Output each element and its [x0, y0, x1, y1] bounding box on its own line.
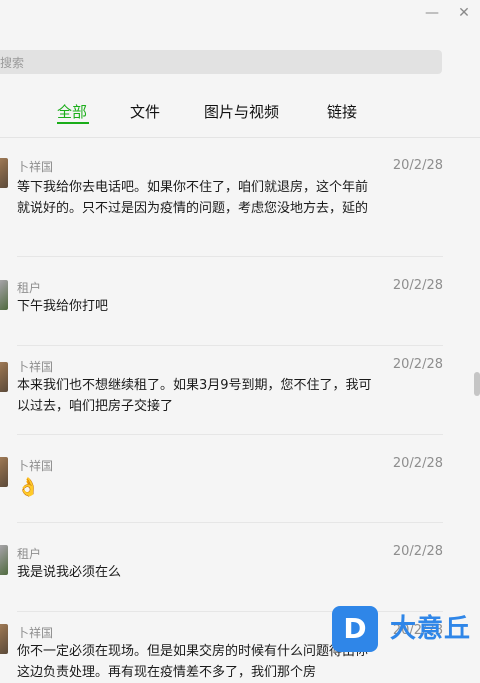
tab-bar: 全部 文件 图片与视频 链接: [0, 101, 480, 121]
tab-files[interactable]: 文件: [130, 101, 160, 122]
message-text: 你不一定必须在现场。但是如果交房的时候有什么问题得由你这边负责处理。再有现在疫情…: [17, 644, 369, 680]
sender-name: 卜祥国: [17, 160, 54, 174]
avatar[interactable]: [0, 362, 8, 392]
close-button[interactable]: ✕: [454, 4, 474, 22]
watermark: D 大意丘: [332, 606, 478, 656]
sender-name: 租户: [17, 281, 42, 295]
watermark-text: 大意丘: [390, 614, 472, 644]
message-text: 我是说我必须在么: [17, 565, 122, 580]
avatar[interactable]: [0, 158, 8, 188]
divider: [17, 522, 443, 523]
avatar[interactable]: [0, 457, 8, 487]
sender-name: 租户: [17, 547, 42, 561]
ok-hand-emoji: 👌: [17, 477, 40, 498]
avatar[interactable]: [0, 624, 8, 654]
sender-name: 卜祥国: [17, 626, 54, 640]
sender-name: 卜祥国: [17, 459, 54, 473]
tab-images-videos[interactable]: 图片与视频: [204, 101, 279, 122]
message-date: 20/2/28: [392, 278, 443, 293]
divider: [17, 345, 443, 346]
message-date: 20/2/28: [392, 544, 443, 559]
minimize-button[interactable]: —: [422, 4, 442, 22]
active-tab-indicator: [57, 122, 89, 124]
avatar[interactable]: [0, 280, 8, 310]
divider: [17, 434, 443, 435]
message-text: 本来我们也不想继续租了。如果3月9号到期，您不住了，我可以过去，咱们把房子交接了: [17, 378, 372, 414]
message-text: 等下我给你去电话吧。如果你不住了，咱们就退房，这个年前就说好的。只不过是因为疫情…: [17, 180, 369, 216]
divider: [17, 256, 443, 257]
tab-links[interactable]: 链接: [327, 101, 357, 122]
avatar[interactable]: [0, 545, 8, 575]
tab-all[interactable]: 全部: [57, 101, 87, 122]
tabs-divider: [0, 137, 480, 138]
message-date: 20/2/28: [392, 158, 443, 173]
message-date: 20/2/28: [392, 357, 443, 372]
search-input[interactable]: 搜索: [0, 50, 442, 74]
sender-name: 卜祥国: [17, 360, 54, 374]
search-placeholder: 搜索: [0, 56, 25, 70]
watermark-logo-icon: D: [332, 606, 378, 652]
scrollbar-thumb[interactable]: [474, 372, 480, 396]
message-date: 20/2/28: [392, 456, 443, 471]
message-text: 下午我给你打吧: [17, 299, 109, 314]
